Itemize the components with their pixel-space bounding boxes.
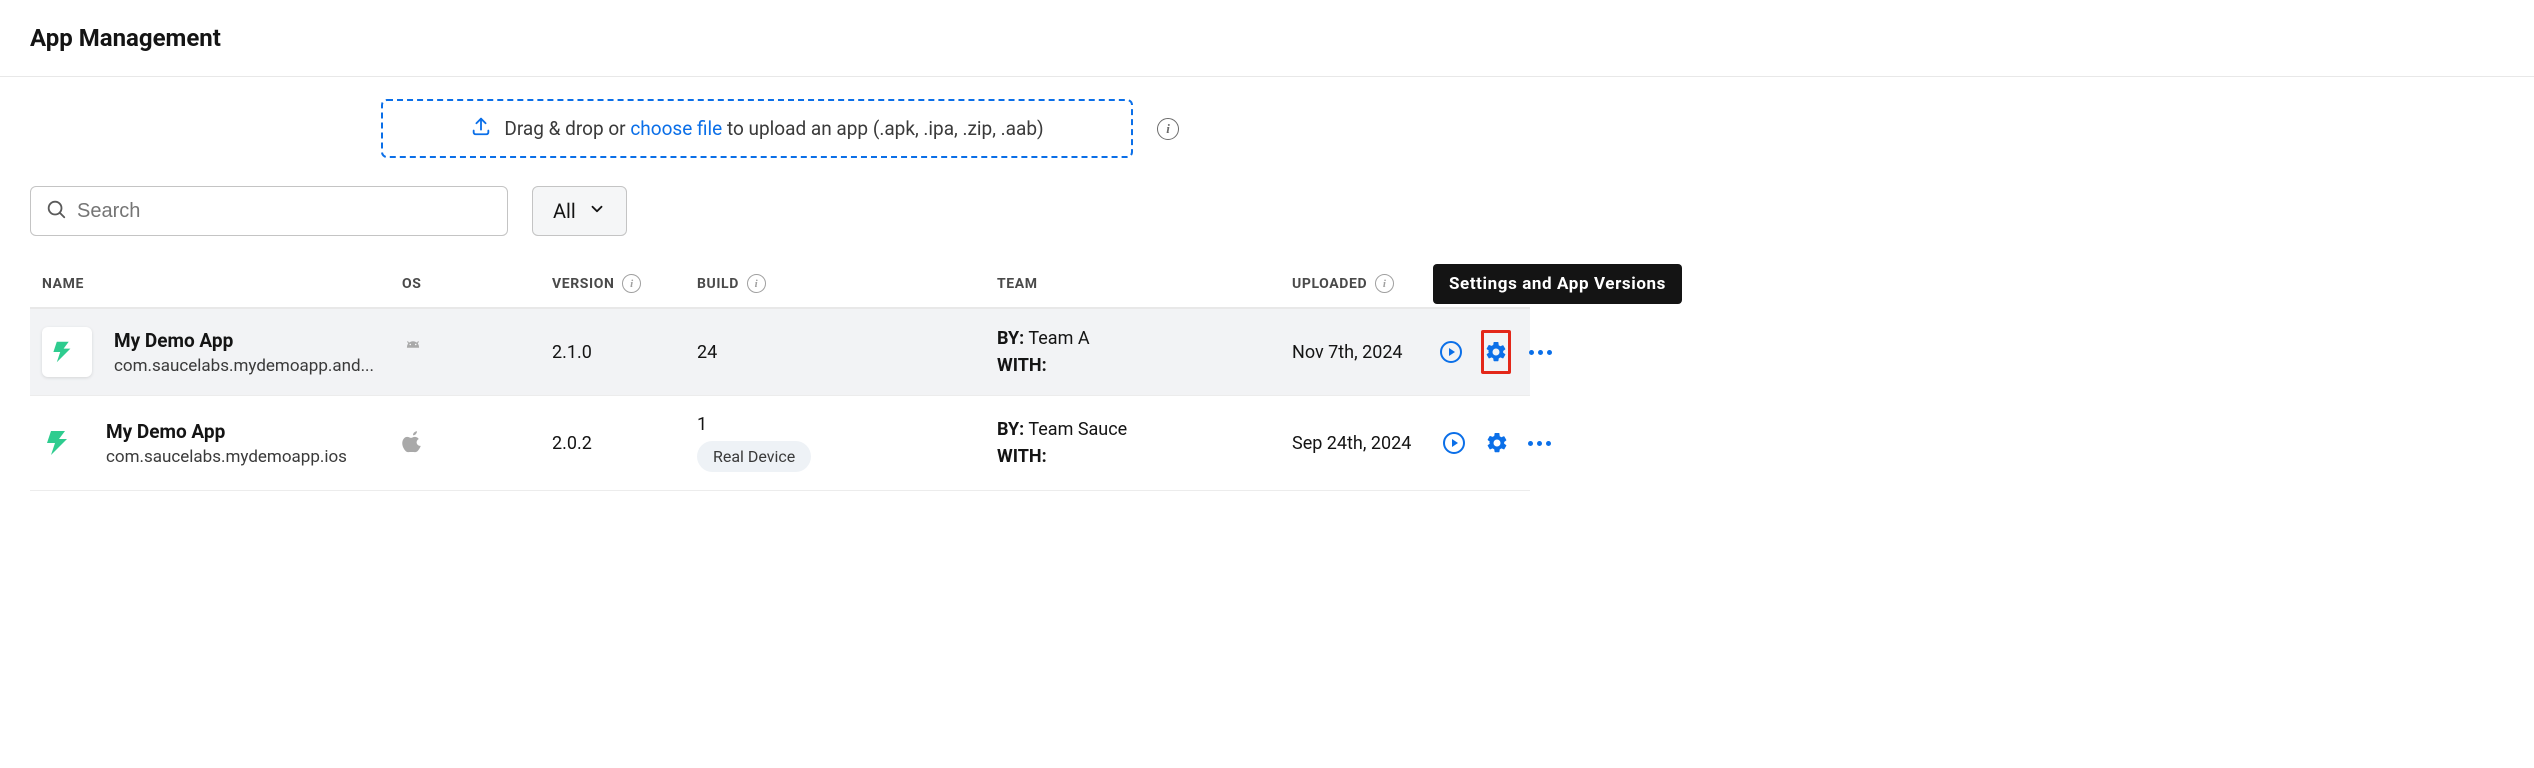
search-input[interactable]	[77, 200, 493, 223]
col-header-uploaded: UPLOADED i Settings and App Versions	[1292, 274, 1442, 293]
app-logo-icon	[42, 422, 84, 464]
settings-tooltip: Settings and App Versions	[1433, 264, 1682, 304]
search-icon	[45, 198, 67, 224]
team-with-label: WITH:	[997, 446, 1047, 467]
table-row[interactable]: My Demo App com.saucelabs.mydemoapp.and.…	[30, 309, 1530, 396]
device-badge: Real Device	[697, 441, 811, 472]
filter-dropdown[interactable]: All	[532, 186, 627, 236]
play-button[interactable]	[1439, 337, 1463, 367]
android-icon	[402, 338, 552, 366]
settings-button[interactable]	[1485, 428, 1510, 458]
info-icon[interactable]: i	[1157, 118, 1179, 140]
team-by-value: Team A	[1028, 328, 1089, 349]
info-icon[interactable]: i	[747, 274, 766, 293]
col-header-os: OS	[402, 276, 552, 292]
play-button[interactable]	[1442, 428, 1467, 458]
version-cell: 2.0.2	[552, 433, 697, 454]
page-header: App Management	[0, 0, 2534, 77]
col-header-team: TEAM	[997, 276, 1292, 292]
search-input-wrapper[interactable]	[30, 186, 508, 236]
apps-table: NAME OS VERSION i BUILD i TEAM UPLOADED …	[30, 254, 1530, 491]
apple-icon	[402, 429, 552, 457]
version-cell: 2.1.0	[552, 342, 697, 363]
app-id: com.saucelabs.mydemoapp.and...	[114, 356, 374, 376]
app-name: My Demo App	[114, 329, 374, 352]
more-button[interactable]	[1527, 428, 1552, 458]
choose-file-link[interactable]: choose file	[630, 117, 722, 140]
col-header-version: VERSION i	[552, 274, 697, 293]
uploaded-cell: Nov 7th, 2024	[1292, 342, 1442, 363]
app-logo-icon	[42, 327, 92, 377]
app-id: com.saucelabs.mydemoapp.ios	[106, 447, 347, 467]
upload-dropzone[interactable]: Drag & drop or choose file to upload an …	[381, 99, 1133, 158]
team-by-label: BY:	[997, 328, 1024, 349]
info-icon[interactable]: i	[1375, 274, 1394, 293]
build-cell: 24	[697, 342, 997, 363]
settings-button[interactable]	[1481, 330, 1511, 374]
info-icon[interactable]: i	[622, 274, 641, 293]
col-header-build: BUILD i	[697, 274, 997, 293]
build-cell: 1	[697, 414, 997, 435]
upload-text-suffix: to upload an app (.apk, .ipa, .zip, .aab…	[722, 117, 1043, 140]
team-by-value: Team Sauce	[1028, 419, 1127, 440]
page-title: App Management	[30, 24, 2504, 52]
uploaded-cell: Sep 24th, 2024	[1292, 433, 1442, 454]
filter-label: All	[553, 199, 576, 223]
chevron-down-icon	[588, 199, 606, 223]
upload-text-prefix: Drag & drop or	[504, 117, 630, 140]
table-row[interactable]: My Demo App com.saucelabs.mydemoapp.ios …	[30, 396, 1530, 491]
col-header-name: NAME	[42, 276, 402, 292]
team-with-label: WITH:	[997, 355, 1047, 376]
app-name: My Demo App	[106, 420, 347, 443]
more-button[interactable]	[1529, 337, 1552, 367]
upload-icon	[470, 115, 492, 142]
team-by-label: BY:	[997, 419, 1024, 440]
